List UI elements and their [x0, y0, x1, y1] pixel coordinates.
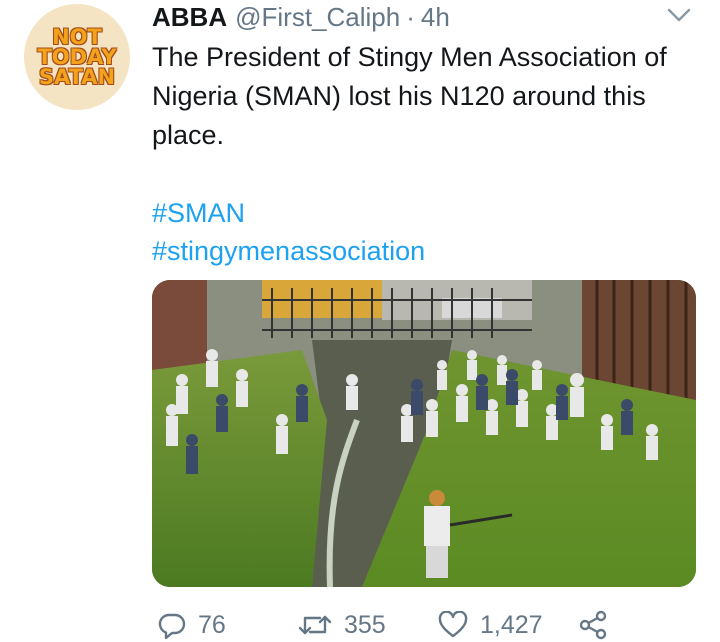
avatar-text-line: SATAN	[38, 65, 116, 89]
tweet-header: ABBA @First_Caliph · 4h	[152, 0, 450, 34]
avatar-text-line: NOT	[52, 25, 102, 49]
retweet-button[interactable]: 355	[298, 608, 386, 642]
share-icon	[578, 610, 608, 640]
tweet-text: The President of Stingy Men Association …	[152, 42, 667, 150]
retweet-count: 355	[344, 610, 386, 639]
reply-icon	[158, 611, 186, 639]
avatar[interactable]: NOT TODAY SATAN	[24, 4, 130, 110]
heart-icon	[438, 611, 468, 639]
share-button[interactable]	[578, 608, 608, 642]
hashtag-link[interactable]: #SMAN	[152, 194, 425, 232]
reply-button[interactable]: 76	[158, 608, 226, 642]
author-name[interactable]: ABBA	[152, 2, 227, 33]
retweet-icon	[298, 611, 332, 639]
like-count: 1,427	[480, 610, 543, 639]
tweet-image[interactable]	[152, 280, 696, 587]
like-button[interactable]: 1,427	[438, 608, 543, 642]
canal-photo	[152, 280, 696, 587]
tweet-actions: 76 355 1,427	[152, 608, 692, 642]
hashtag-list: #SMAN #stingymenassociation	[152, 194, 425, 270]
hashtag-link[interactable]: #stingymenassociation	[152, 232, 425, 270]
tweet: NOT TODAY SATAN ABBA @First_Caliph · 4h …	[0, 0, 720, 642]
chevron-down-icon[interactable]	[666, 4, 692, 26]
avatar-text-line: TODAY	[37, 45, 117, 69]
tweet-timestamp[interactable]: 4h	[421, 2, 450, 33]
separator-dot: ·	[406, 1, 415, 32]
reply-count: 76	[198, 610, 226, 639]
author-handle[interactable]: @First_Caliph	[235, 2, 400, 33]
